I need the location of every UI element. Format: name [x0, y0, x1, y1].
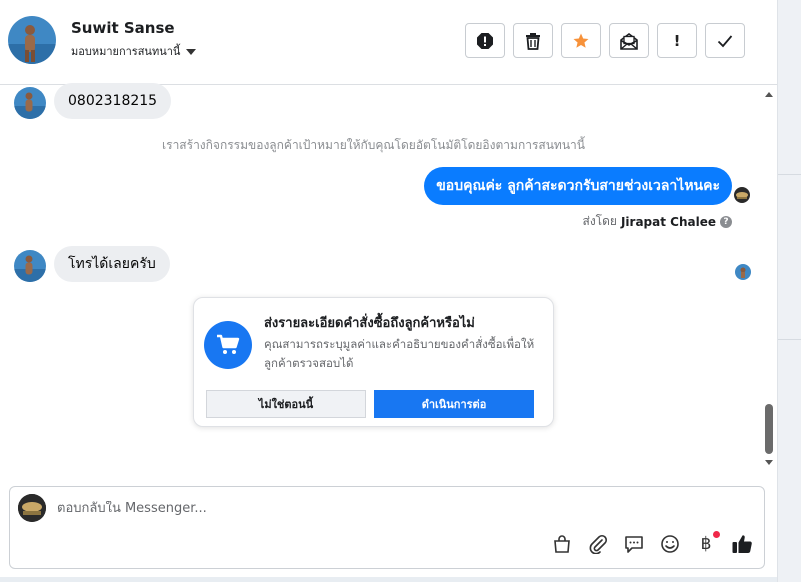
follow-up-button[interactable]: ! — [657, 23, 697, 58]
bottom-edge — [0, 577, 777, 582]
mark-unread-button[interactable] — [609, 23, 649, 58]
assign-label: มอบหมายการสนทนานี้ — [71, 45, 181, 58]
contact-name[interactable]: Suwit Sanse — [71, 19, 175, 37]
star-icon — [573, 33, 589, 48]
scroll-down-arrow[interactable] — [765, 460, 773, 465]
page-avatar — [18, 494, 46, 522]
incoming-message[interactable]: 0802318215 — [54, 83, 172, 119]
contact-avatar-small — [14, 250, 46, 282]
baht-icon: ฿ — [700, 534, 712, 554]
emoji-icon[interactable] — [659, 533, 681, 555]
saved-reply-icon[interactable] — [623, 533, 645, 555]
scroll-thumb[interactable] — [765, 404, 773, 454]
sent-by-name: Jirapat Chalee — [620, 214, 716, 229]
side-panel-edge — [777, 0, 801, 582]
prompt-description: คุณสามารถระบุมูลค่าและคำอธิบายของคำสั่งซ… — [264, 337, 535, 370]
contact-seen-avatar — [735, 264, 751, 280]
incoming-message[interactable]: โทรได้เลยครับ — [54, 246, 170, 282]
help-icon[interactable]: ? — [720, 215, 732, 228]
shopping-bag-icon[interactable] — [551, 533, 573, 555]
conversation-header: Suwit Sanse มอบหมายการสนทนานี้ ! — [0, 0, 777, 85]
page-seen-avatar — [734, 187, 750, 203]
paperclip-icon[interactable] — [587, 533, 609, 555]
continue-button[interactable]: ดำเนินการต่อ — [374, 390, 534, 418]
report-icon — [477, 32, 493, 49]
messenger-inbox: Suwit Sanse มอบหมายการสนทนานี้ ! 0802318… — [0, 0, 801, 582]
sent-by-info: ส่งโดย Jirapat Chalee ? — [582, 212, 732, 231]
checkmark-icon — [717, 34, 733, 47]
report-spam-button[interactable] — [465, 23, 505, 58]
shopping-cart-icon — [217, 334, 240, 354]
mark-unread-icon — [620, 32, 638, 50]
mark-done-button[interactable] — [705, 23, 745, 58]
cart-icon-badge — [204, 321, 252, 369]
message-thread: 0802318215 เราสร้างกิจกรรมของลูกค้าเป้าห… — [0, 83, 777, 476]
star-button[interactable] — [561, 23, 601, 58]
contact-avatar-small — [14, 87, 46, 119]
trash-icon — [526, 32, 540, 50]
system-note: เราสร้างกิจกรรมของลูกค้าเป้าหมายให้กับคุ… — [162, 138, 585, 152]
follow-up-icon: ! — [673, 31, 681, 50]
caret-down-icon — [186, 48, 197, 55]
reply-composer: ฿ — [9, 486, 765, 569]
assign-conversation-dropdown[interactable]: มอบหมายการสนทนานี้ — [71, 42, 197, 60]
not-now-button[interactable]: ไม่ใช่ตอนนี้ — [206, 390, 366, 418]
delete-button[interactable] — [513, 23, 553, 58]
thread-scrollbar[interactable] — [762, 86, 777, 476]
scroll-up-arrow[interactable] — [765, 92, 773, 97]
sent-by-prefix: ส่งโดย — [582, 214, 617, 228]
prompt-title: ส่งรายละเอียดคำสั่งซื้อถึงลูกค้าหรือไม่ — [264, 316, 475, 331]
contact-avatar[interactable] — [8, 16, 56, 64]
reply-input[interactable] — [57, 501, 457, 516]
like-icon[interactable] — [731, 533, 753, 555]
notification-dot — [713, 531, 720, 538]
outgoing-message[interactable]: ขอบคุณค่ะ ลูกค้าสะดวกรับสายช่วงเวลาไหนคะ — [424, 167, 732, 205]
order-details-prompt: ส่งรายละเอียดคำสั่งซื้อถึงลูกค้าหรือไม่ … — [193, 297, 554, 427]
